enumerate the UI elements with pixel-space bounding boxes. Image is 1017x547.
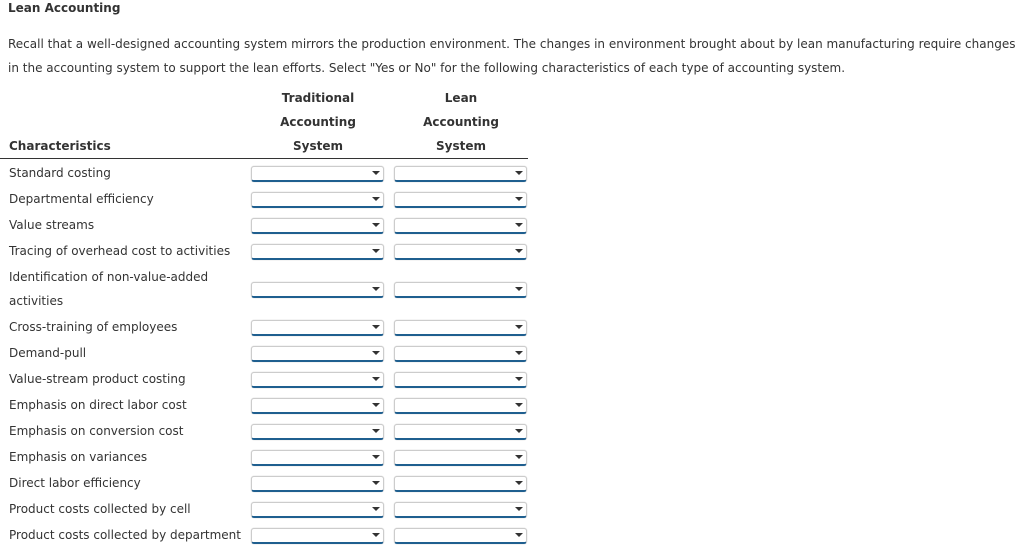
traditional-select[interactable] xyxy=(251,282,384,298)
chevron-down-icon xyxy=(372,377,380,381)
traditional-select[interactable] xyxy=(251,192,384,208)
lean-select[interactable] xyxy=(394,372,527,388)
traditional-select[interactable] xyxy=(251,372,384,388)
characteristic-label: Value-stream product costing xyxy=(9,372,186,386)
characteristic-label: Departmental efficiency xyxy=(9,192,154,206)
characteristic-label: Value streams xyxy=(9,218,95,232)
characteristic-label: activities xyxy=(9,294,64,308)
chevron-down-icon xyxy=(372,455,380,459)
chevron-down-icon xyxy=(515,171,523,175)
chevron-down-icon xyxy=(515,325,523,329)
traditional-select[interactable] xyxy=(251,244,384,260)
characteristic-label: Demand-pull xyxy=(9,346,87,360)
traditional-select[interactable] xyxy=(251,218,384,234)
traditional-select[interactable] xyxy=(251,450,384,466)
chevron-down-icon xyxy=(515,481,523,485)
traditional-select[interactable] xyxy=(251,320,384,336)
chevron-down-icon xyxy=(372,403,380,407)
header-traditional-1: Traditional xyxy=(281,91,355,105)
chevron-down-icon xyxy=(515,533,523,537)
page-title: Lean Accounting xyxy=(8,1,121,15)
chevron-down-icon xyxy=(372,507,380,511)
header-traditional-2: Accounting xyxy=(280,115,356,129)
chevron-down-icon xyxy=(372,223,380,227)
lean-select[interactable] xyxy=(394,398,527,414)
characteristic-label: Direct labor efficiency xyxy=(9,476,141,490)
characteristic-label: Product costs collected by department xyxy=(9,528,241,542)
lean-select[interactable] xyxy=(394,476,527,492)
chevron-down-icon xyxy=(372,287,380,291)
chevron-down-icon xyxy=(515,507,523,511)
characteristic-label: Emphasis on variances xyxy=(9,450,148,464)
lean-select[interactable] xyxy=(394,450,527,466)
traditional-select[interactable] xyxy=(251,528,384,544)
chevron-down-icon xyxy=(372,325,380,329)
header-characteristics: Characteristics xyxy=(9,139,111,153)
chevron-down-icon xyxy=(372,481,380,485)
chevron-down-icon xyxy=(515,223,523,227)
chevron-down-icon xyxy=(515,351,523,355)
lean-select[interactable] xyxy=(394,346,527,362)
chevron-down-icon xyxy=(372,429,380,433)
chevron-down-icon xyxy=(372,533,380,537)
traditional-select[interactable] xyxy=(251,398,384,414)
traditional-select[interactable] xyxy=(251,346,384,362)
lean-select[interactable] xyxy=(394,192,527,208)
chevron-down-icon xyxy=(515,455,523,459)
characteristic-label: Product costs collected by cell xyxy=(9,502,191,516)
traditional-select[interactable] xyxy=(251,476,384,492)
header-lean-3: System xyxy=(436,139,486,153)
lean-select[interactable] xyxy=(394,424,527,440)
traditional-select[interactable] xyxy=(251,424,384,440)
characteristic-label: Standard costing xyxy=(9,166,111,180)
chevron-down-icon xyxy=(515,377,523,381)
traditional-select[interactable] xyxy=(251,502,384,518)
lean-select[interactable] xyxy=(394,282,527,298)
chevron-down-icon xyxy=(372,351,380,355)
lean-select[interactable] xyxy=(394,502,527,518)
lean-select[interactable] xyxy=(394,320,527,336)
characteristic-label: Cross-training of employees xyxy=(9,320,178,334)
traditional-select[interactable] xyxy=(251,166,384,182)
characteristic-label: Identification of non-value-added xyxy=(9,270,209,284)
chevron-down-icon xyxy=(372,249,380,253)
characteristic-label: Emphasis on direct labor cost xyxy=(9,398,187,412)
lean-select[interactable] xyxy=(394,218,527,234)
chevron-down-icon xyxy=(372,197,380,201)
chevron-down-icon xyxy=(515,403,523,407)
instructions-line-1: Recall that a well-designed accounting s… xyxy=(8,37,1016,51)
chevron-down-icon xyxy=(515,197,523,201)
lean-select[interactable] xyxy=(394,244,527,260)
lean-select[interactable] xyxy=(394,528,527,544)
header-traditional-3: System xyxy=(293,139,343,153)
lean-select[interactable] xyxy=(394,166,527,182)
header-divider xyxy=(0,158,528,159)
header-lean-2: Accounting xyxy=(423,115,499,129)
chevron-down-icon xyxy=(515,429,523,433)
chevron-down-icon xyxy=(372,171,380,175)
characteristic-label: Tracing of overhead cost to activities xyxy=(9,244,231,258)
characteristic-label: Emphasis on conversion cost xyxy=(9,424,184,438)
header-lean-1: Lean xyxy=(444,91,478,105)
chevron-down-icon xyxy=(515,287,523,291)
instructions-line-2: in the accounting system to support the … xyxy=(8,61,846,75)
chevron-down-icon xyxy=(515,249,523,253)
